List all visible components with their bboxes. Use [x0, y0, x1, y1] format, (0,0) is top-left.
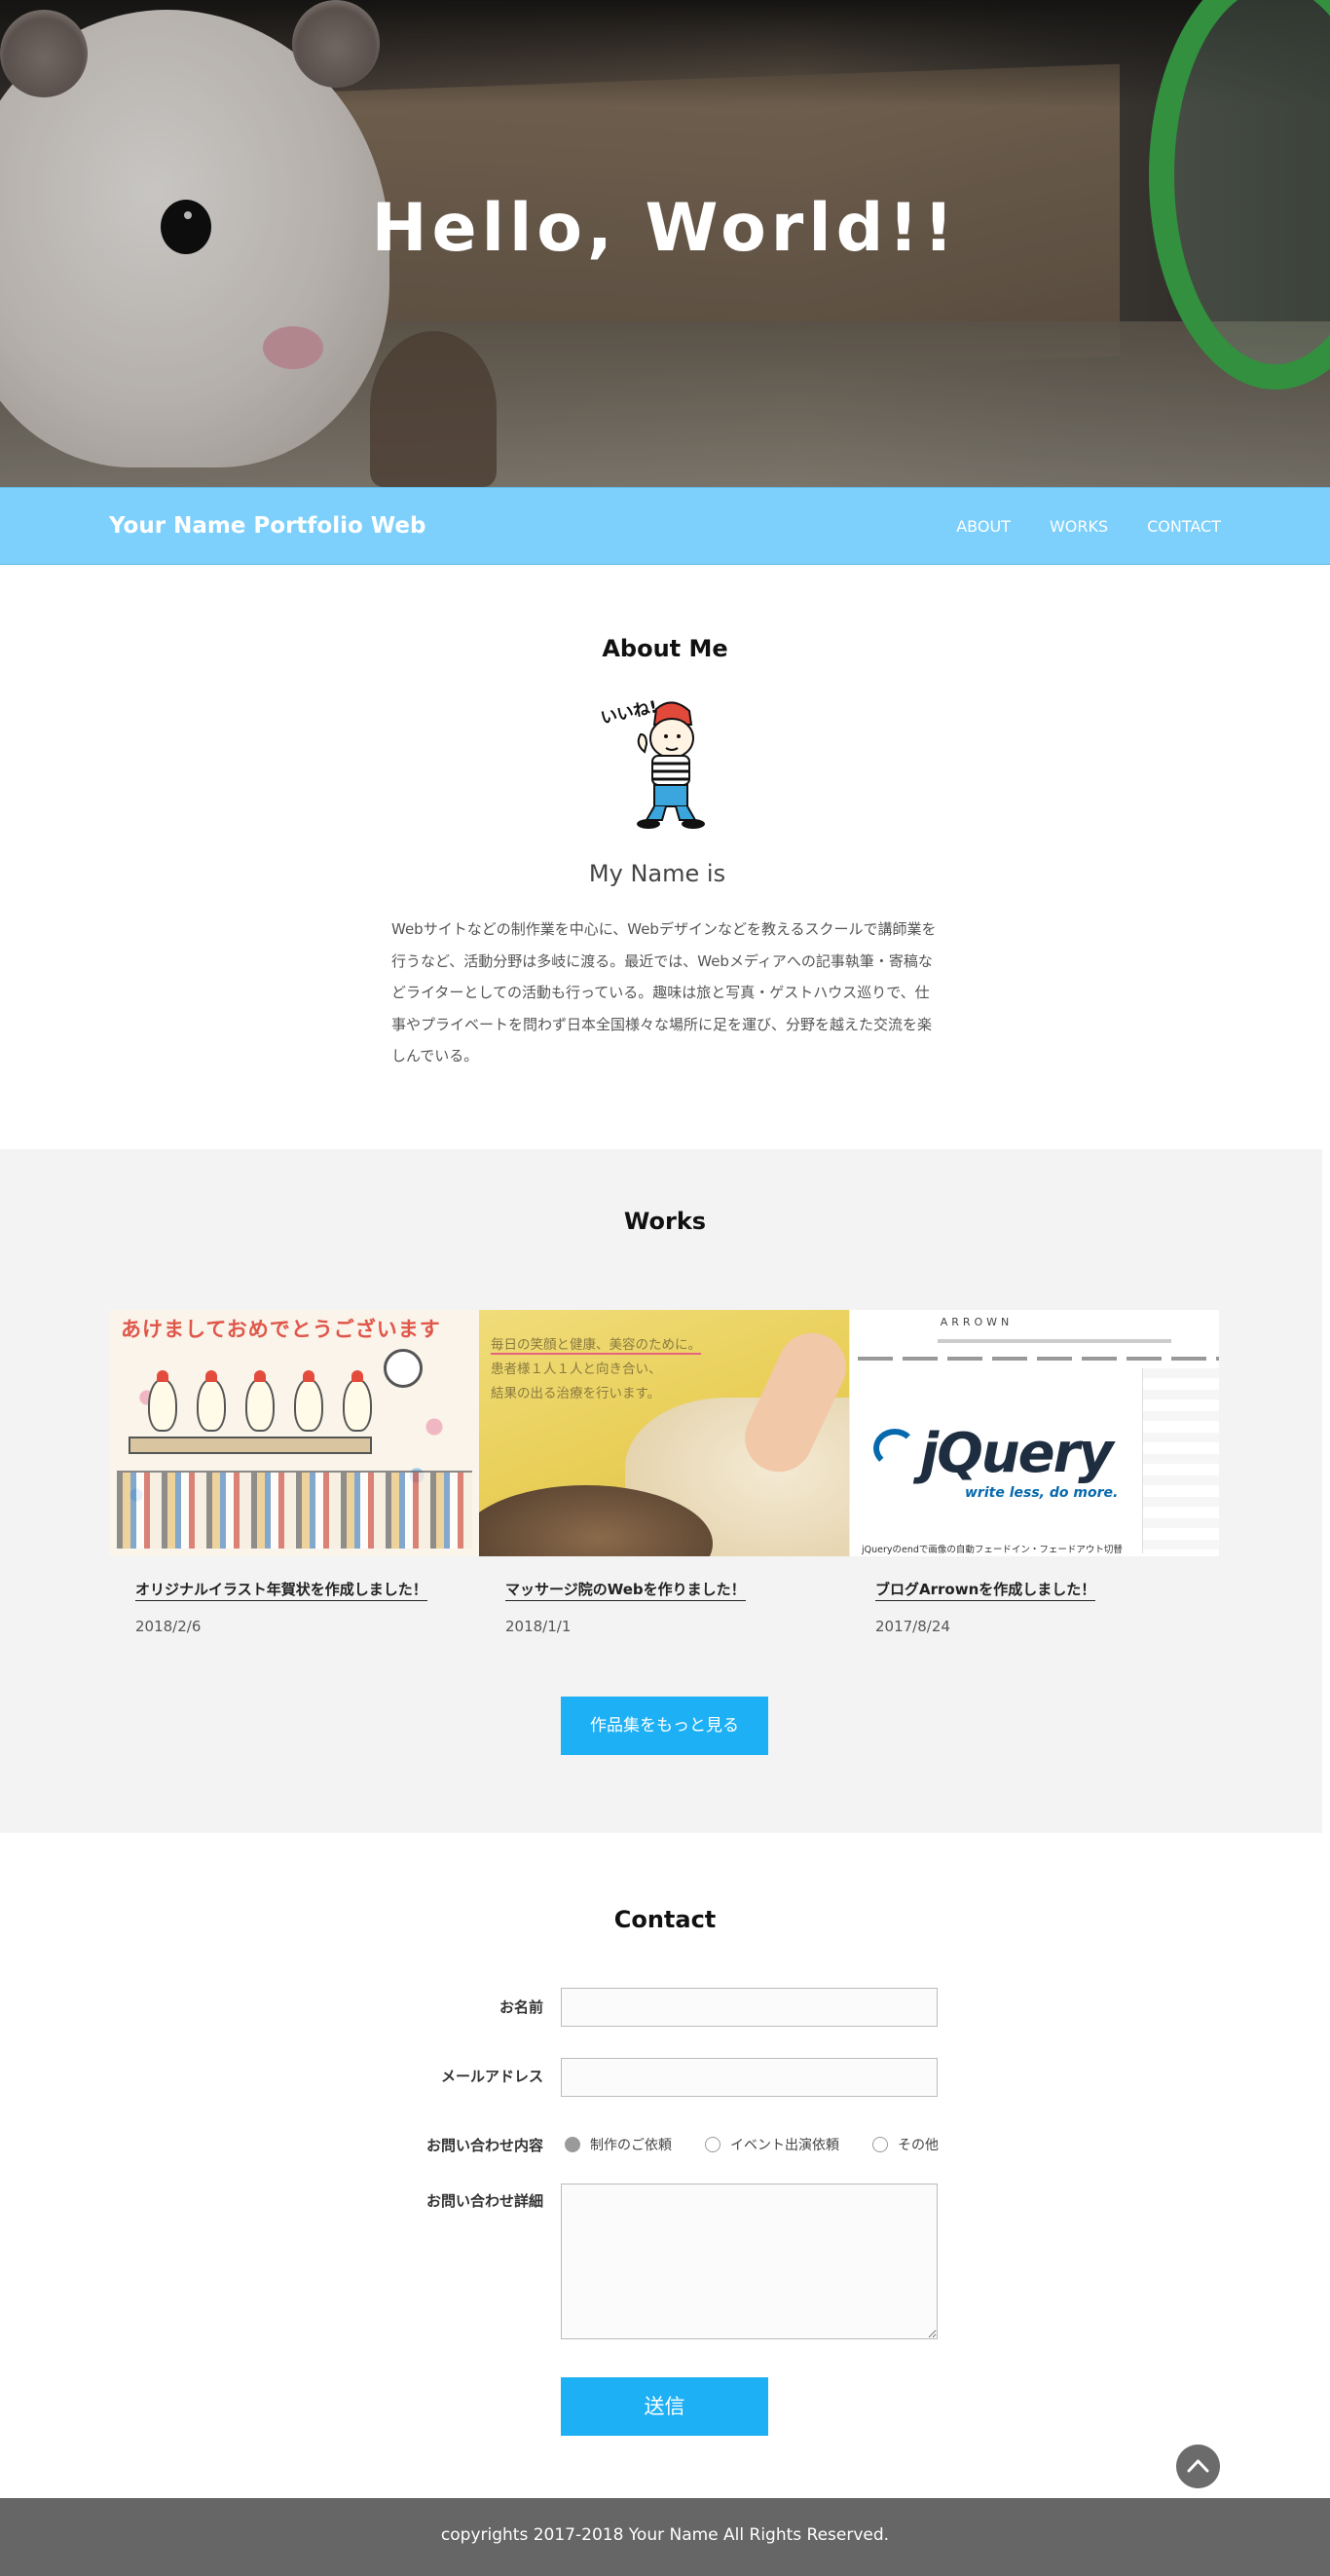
detail-label: お問い合わせ詳細 — [425, 2192, 543, 2210]
bench-illustration — [129, 1437, 372, 1454]
radio-checked-icon[interactable] — [565, 2137, 580, 2152]
blog-post-caption: jQueryのendで画像の自動フェードイン・フェードアウト切替 — [862, 1545, 1123, 1555]
email-label: メールアドレス — [440, 2068, 543, 2085]
work-title-link[interactable]: オリジナルイラスト年賀状を作成しました！ — [135, 1579, 427, 1601]
works-title: Works — [623, 1208, 707, 1235]
work-thumbnail[interactable]: ARROWN jQuery write less, do more. jQuer… — [849, 1310, 1219, 1556]
contact-title: Contact — [613, 1906, 717, 1933]
name-field[interactable] — [561, 1988, 938, 2027]
chick-illustration — [343, 1370, 372, 1432]
navbar: Your Name Portfolio Web ABOUT WORKS CONT… — [0, 487, 1330, 565]
radio-option-other[interactable]: その他 — [872, 2135, 939, 2154]
avatar-caption: いいね! — [599, 697, 659, 728]
jquery-logo-text: jQuery — [920, 1422, 1114, 1485]
chick-illustration — [245, 1370, 275, 1432]
work-date: 2018/1/1 — [505, 1618, 572, 1635]
nav-links: ABOUT WORKS CONTACT — [956, 517, 1221, 536]
chevron-up-icon — [1187, 2459, 1209, 2473]
image-line: 患者様１人１人と向き合い、 — [491, 1362, 662, 1377]
name-heading: My Name is — [588, 860, 726, 887]
works-section: Works あけましておめでとうございます オリジナルイラスト年賀状を作成しまし… — [0, 1149, 1322, 1833]
radio-label: イベント出演依頼 — [730, 2138, 839, 2153]
copyright-text: copyrights 2017-2018 Your Name All Right… — [440, 2525, 890, 2545]
radio-unchecked-icon[interactable] — [872, 2137, 888, 2152]
site-brand[interactable]: Your Name Portfolio Web — [109, 513, 425, 539]
hero-title: Hello, World!! — [371, 190, 959, 267]
work-title-link[interactable]: マッサージ院のWebを作りました！ — [505, 1579, 746, 1601]
hero-banner: Hello, World!! — [0, 0, 1330, 487]
about-title: About Me — [602, 635, 728, 662]
nav-link-about[interactable]: ABOUT — [956, 517, 1011, 536]
blog-subtitle-line — [938, 1339, 1171, 1343]
radio-unchecked-icon[interactable] — [705, 2137, 720, 2152]
radio-option-event[interactable]: イベント出演依頼 — [705, 2135, 839, 2154]
inquiry-type-label: お問い合わせ内容 — [425, 2137, 543, 2154]
work-image-text: 毎日の笑顔と健康、美容のために。 患者様１人１人と向き合い、 結果の出る治療を行… — [491, 1333, 701, 1406]
inquiry-type-group: 制作のご依頼 イベント出演依頼 その他 — [565, 2135, 972, 2154]
blog-brand: ARROWN — [940, 1316, 1014, 1328]
work-date: 2018/2/6 — [135, 1618, 202, 1635]
footer: copyrights 2017-2018 Your Name All Right… — [0, 2498, 1330, 2576]
radio-label: 制作のご依頼 — [590, 2138, 672, 2153]
crowd-illustration — [117, 1471, 472, 1549]
nav-link-works[interactable]: WORKS — [1050, 517, 1108, 536]
work-image-text: あけましておめでとうございます — [121, 1318, 441, 1341]
image-line: 結果の出る治療を行います。 — [491, 1386, 661, 1401]
name-label: お名前 — [499, 1998, 543, 2016]
avatar-illustration: いいね! — [599, 697, 705, 829]
blog-sidebar — [1142, 1368, 1219, 1553]
work-date: 2017/8/24 — [875, 1618, 950, 1635]
nav-link-contact[interactable]: CONTACT — [1147, 517, 1221, 536]
jquery-tagline: write less, do more. — [965, 1485, 1119, 1501]
chick-illustration — [294, 1370, 323, 1432]
blog-menu — [858, 1357, 1219, 1361]
work-thumbnail[interactable]: 毎日の笑顔と健康、美容のために。 患者様１人１人と向き合い、 結果の出る治療を行… — [479, 1310, 849, 1556]
work-title-link[interactable]: ブログArrownを作成しました！ — [875, 1579, 1096, 1601]
clock-illustration — [384, 1349, 423, 1388]
email-field[interactable] — [561, 2058, 938, 2097]
image-line: 毎日の笑顔と健康、美容のために。 — [491, 1337, 701, 1355]
detail-field[interactable] — [561, 2184, 938, 2339]
more-works-button[interactable]: 作品集をもっと見る — [561, 1697, 768, 1755]
back-to-top-button[interactable] — [1176, 2445, 1220, 2488]
radio-option-production[interactable]: 制作のご依頼 — [565, 2135, 672, 2154]
work-thumbnail[interactable]: あけましておめでとうございます — [109, 1310, 479, 1556]
radio-label: その他 — [898, 2138, 939, 2153]
submit-button[interactable]: 送信 — [561, 2377, 768, 2436]
about-description: Webサイトなどの制作業を中心に、Webデザインなどを教えるスクールで講師業を行… — [391, 920, 937, 1064]
chick-illustration — [197, 1370, 226, 1432]
jquery-logo-icon — [873, 1429, 916, 1468]
chick-illustration — [148, 1370, 177, 1432]
